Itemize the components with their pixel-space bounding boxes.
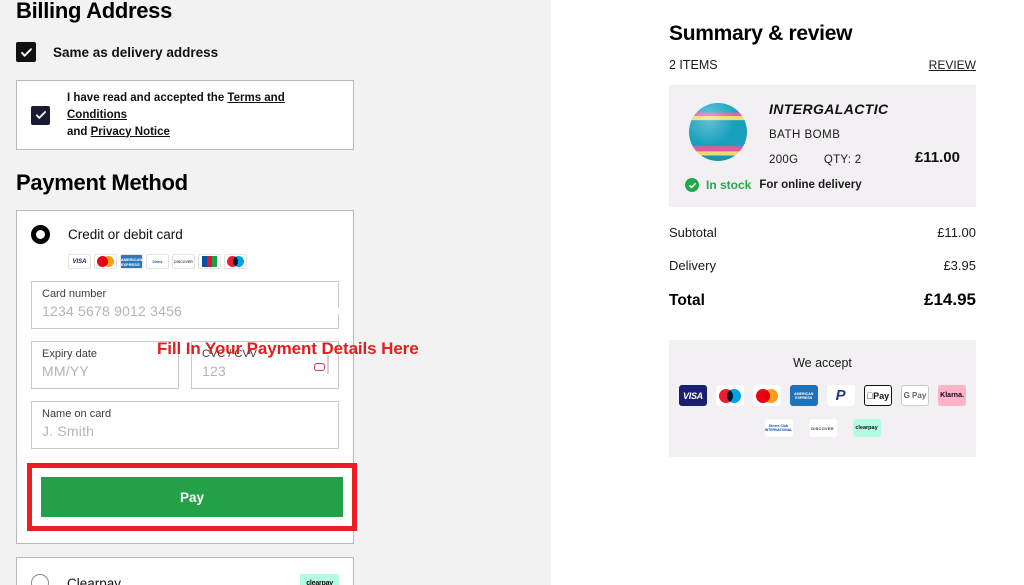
card-number-input[interactable]: 1234 5678 9012 3456 <box>42 303 328 319</box>
we-accept-row-2: Diners Club INTERNATIONAL DISCOVER clearp… <box>679 419 966 437</box>
delivery-amount: £3.95 <box>943 258 976 273</box>
privacy-notice-link[interactable]: Privacy Notice <box>91 126 170 138</box>
card-radio-selected[interactable] <box>31 225 50 244</box>
mastercard-icon <box>752 385 781 406</box>
check-circle-icon <box>685 178 699 192</box>
card-option-header[interactable]: Credit or debit card <box>31 225 339 244</box>
we-accept-box: We accept VISA AMERICANEXPRESS P Pay G … <box>669 340 976 457</box>
pay-button[interactable]: Pay <box>41 477 343 517</box>
same-as-delivery-row[interactable]: Same as delivery address <box>16 42 535 62</box>
delivery-row: Delivery £3.95 <box>669 258 976 273</box>
google-pay-icon: G Pay <box>900 385 930 406</box>
discover-icon: DISCOVER <box>808 419 837 437</box>
review-link[interactable]: REVIEW <box>929 58 976 72</box>
payment-option-card[interactable]: Credit or debit card VISA AMERICAN EXPRES… <box>16 210 357 544</box>
maestro-icon <box>224 254 247 269</box>
we-accept-row-1: VISA AMERICANEXPRESS P Pay G Pay Klarna… <box>679 385 966 406</box>
annotation-text: Fill In Your Payment Details Here <box>157 339 419 358</box>
product-meta: 200G QTY: 2 <box>769 154 889 166</box>
maestro-icon <box>715 385 744 406</box>
visa-icon: VISA <box>679 385 707 406</box>
clearpay-icon: clearpay <box>300 573 339 585</box>
product-image-bath-bomb <box>689 103 747 161</box>
product-price: £11.00 <box>914 149 960 166</box>
payment-method-heading: Payment Method <box>16 170 188 195</box>
name-on-card-label: Name on card <box>42 408 112 420</box>
terms-acceptance-box: I have read and accepted the Terms and C… <box>16 80 354 150</box>
grand-total-label: Total <box>669 292 705 309</box>
payment-option-clearpay[interactable]: Clearpay clearpay <box>16 557 354 585</box>
klarna-icon: Klarna. <box>938 385 966 406</box>
card-number-label: Card number <box>42 288 107 300</box>
we-accept-title: We accept <box>793 356 852 370</box>
card-fields: Card number 1234 5678 9012 3456 Expiry d… <box>31 281 339 449</box>
amex-icon: AMERICAN EXPRESS <box>789 385 818 406</box>
same-as-delivery-checkbox[interactable] <box>16 42 36 62</box>
diners-club-icon: Diners Club INTERNATIONAL <box>764 419 793 437</box>
visa-icon: VISA <box>68 254 91 269</box>
product-name: INTERGALACTIC <box>769 101 889 117</box>
terms-text: I have read and accepted the Terms and C… <box>67 90 339 141</box>
subtotal-label: Subtotal <box>669 225 717 240</box>
check-icon <box>688 182 696 188</box>
checkout-page: Billing Address Same as delivery address… <box>0 0 1024 585</box>
card-number-field[interactable]: Card number 1234 5678 9012 3456 <box>31 281 339 329</box>
checkout-form-panel: Billing Address Same as delivery address… <box>0 0 551 585</box>
jcb-icon <box>198 254 221 269</box>
grand-total-amount: £14.95 <box>924 290 976 309</box>
discover-icon: DISCOVER <box>172 254 195 269</box>
clearpay-radio[interactable] <box>31 574 49 585</box>
stock-status: In stock <box>706 178 752 192</box>
grand-total-row: Total £14.95 <box>669 290 976 310</box>
expiry-date-label: Expiry date <box>42 348 98 360</box>
check-icon <box>35 111 46 119</box>
product-card: INTERGALACTIC BATH BOMB 200G QTY: 2 £11.… <box>669 85 976 207</box>
diners-club-icon: Diners <box>146 254 169 269</box>
mastercard-icon <box>94 254 117 269</box>
check-icon <box>20 47 32 57</box>
clearpay-icon: clearpay <box>852 419 881 437</box>
same-as-delivery-label: Same as delivery address <box>53 44 219 60</box>
subtotal-row: Subtotal £11.00 <box>669 225 976 240</box>
billing-address-heading: Billing Address <box>16 0 173 23</box>
stock-note: For online delivery <box>759 179 862 191</box>
items-row: 2 ITEMS REVIEW <box>669 58 976 72</box>
cvc-input[interactable]: 123 <box>202 363 328 379</box>
product-info: INTERGALACTIC BATH BOMB 200G QTY: 2 <box>769 99 889 166</box>
apple-pay-icon: Pay <box>863 385 892 406</box>
name-on-card-field[interactable]: Name on card J. Smith <box>31 401 339 449</box>
summary-heading: Summary & review <box>669 22 853 45</box>
product-qty: QTY: 2 <box>823 154 862 166</box>
product-size: 200G <box>769 154 799 166</box>
stock-row: In stock For online delivery <box>685 178 960 192</box>
clearpay-label: Clearpay <box>67 575 122 585</box>
terms-and-word: and <box>67 125 91 138</box>
terms-checkbox[interactable] <box>31 105 50 125</box>
expiry-date-input[interactable]: MM/YY <box>42 363 168 379</box>
accepted-card-brands: VISA AMERICAN EXPRESS Diners DISCOVER <box>68 254 339 269</box>
card-option-label: Credit or debit card <box>68 227 183 242</box>
product-type: BATH BOMB <box>769 129 841 141</box>
name-on-card-input[interactable]: J. Smith <box>42 423 328 439</box>
terms-prefix: I have read and accepted the <box>67 91 228 104</box>
order-summary-panel: Summary & review 2 ITEMS REVIEW INTERGAL… <box>551 0 1024 585</box>
items-count: 2 ITEMS <box>669 58 718 72</box>
pay-button-highlight: Pay <box>27 463 357 531</box>
subtotal-amount: £11.00 <box>937 225 976 240</box>
delivery-label: Delivery <box>669 258 716 273</box>
paypal-icon: P <box>826 385 855 406</box>
amex-icon: AMERICAN EXPRESS <box>120 254 143 269</box>
